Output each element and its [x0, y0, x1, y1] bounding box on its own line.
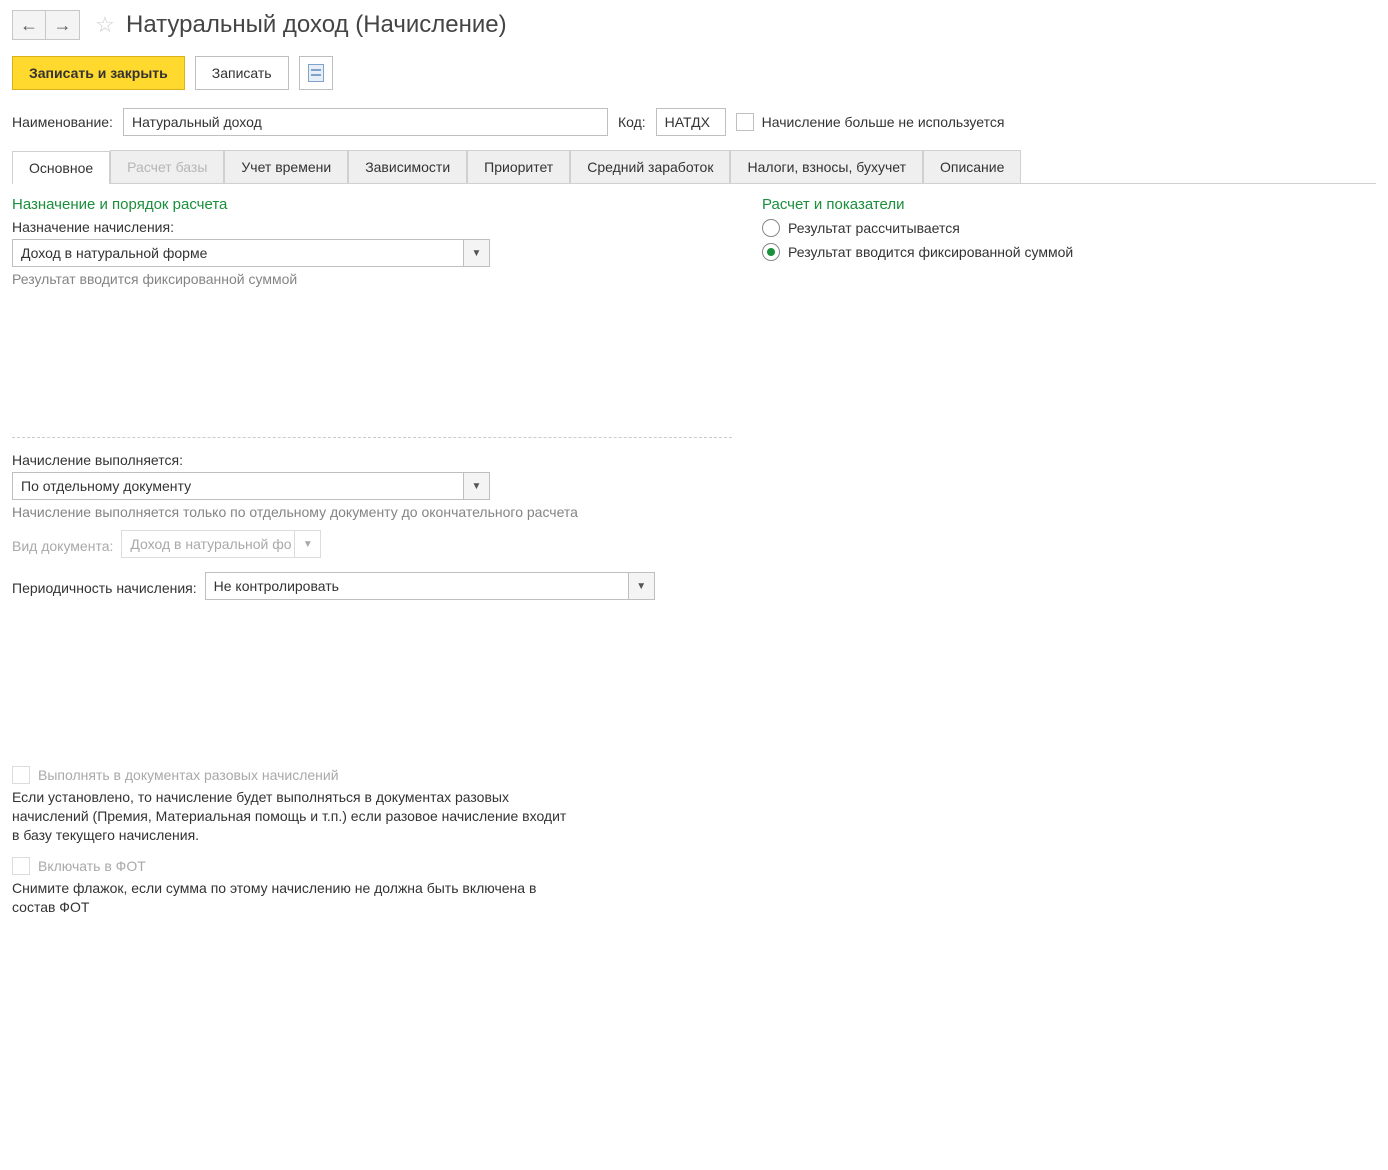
tab-deps[interactable]: Зависимости	[348, 150, 467, 183]
fot-hint: Снимите флажок, если сумма по этому начи…	[12, 879, 572, 917]
nav-back-button[interactable]: ←	[12, 10, 46, 40]
name-label: Наименование:	[12, 114, 113, 130]
tab-main[interactable]: Основное	[12, 151, 110, 184]
tab-taxes[interactable]: Налоги, взносы, бухучет	[730, 150, 923, 183]
calc-section-title: Расчет и показатели	[762, 196, 1376, 213]
doc-type-dropdown-toggle: ▼	[295, 530, 321, 558]
oneoff-label: Выполнять в документах разовых начислени…	[38, 767, 339, 783]
purpose-section-title: Назначение и порядок расчета	[12, 196, 732, 213]
period-label: Периодичность начисления:	[12, 580, 197, 596]
document-icon	[308, 64, 324, 82]
name-input[interactable]	[123, 108, 608, 136]
radio-fixed-sum[interactable]	[762, 243, 780, 261]
save-and-close-button[interactable]: Записать и закрыть	[12, 56, 185, 90]
nav-forward-button[interactable]: →	[46, 10, 80, 40]
exec-label: Начисление выполняется:	[12, 452, 732, 468]
period-dropdown[interactable]: Не контролировать	[205, 572, 629, 600]
chevron-down-icon: ▼	[636, 581, 646, 592]
oneoff-hint: Если установлено, то начисление будет вы…	[12, 788, 572, 845]
radio-calculated-label: Результат рассчитывается	[788, 220, 960, 236]
exec-dropdown[interactable]: По отдельному документу	[12, 472, 464, 500]
radio-calculated[interactable]	[762, 219, 780, 237]
document-icon-button[interactable]	[299, 56, 333, 90]
separator	[12, 437, 732, 438]
period-dropdown-toggle[interactable]: ▼	[629, 572, 655, 600]
chevron-down-icon: ▼	[303, 539, 313, 550]
doc-type-dropdown: Доход в натуральной фо	[121, 530, 295, 558]
inactive-checkbox[interactable]	[736, 113, 754, 131]
fot-label: Включать в ФОТ	[38, 858, 146, 874]
code-input[interactable]	[656, 108, 726, 136]
purpose-dropdown-toggle[interactable]: ▼	[464, 239, 490, 267]
exec-dropdown-toggle[interactable]: ▼	[464, 472, 490, 500]
inactive-label: Начисление больше не используется	[762, 114, 1005, 130]
purpose-dropdown[interactable]: Доход в натуральной форме	[12, 239, 464, 267]
save-button[interactable]: Записать	[195, 56, 289, 90]
code-label: Код:	[618, 114, 646, 130]
tab-time[interactable]: Учет времени	[224, 150, 348, 183]
tab-priority[interactable]: Приоритет	[467, 150, 570, 183]
tab-desc[interactable]: Описание	[923, 150, 1021, 183]
tabs-bar: Основное Расчет базы Учет времени Зависи…	[12, 150, 1376, 184]
fot-checkbox	[12, 857, 30, 875]
oneoff-checkbox	[12, 766, 30, 784]
purpose-label: Назначение начисления:	[12, 219, 732, 235]
page-title: Натуральный доход (Начисление)	[126, 11, 507, 39]
doc-type-label: Вид документа:	[12, 538, 113, 554]
chevron-down-icon: ▼	[472, 481, 482, 492]
tab-base-calc[interactable]: Расчет базы	[110, 150, 224, 183]
exec-hint: Начисление выполняется только по отдельн…	[12, 504, 732, 520]
purpose-hint: Результат вводится фиксированной суммой	[12, 271, 732, 287]
radio-fixed-sum-label: Результат вводится фиксированной суммой	[788, 244, 1073, 260]
chevron-down-icon: ▼	[472, 248, 482, 259]
star-icon[interactable]: ☆	[92, 12, 118, 38]
tab-avg-salary[interactable]: Средний заработок	[570, 150, 730, 183]
